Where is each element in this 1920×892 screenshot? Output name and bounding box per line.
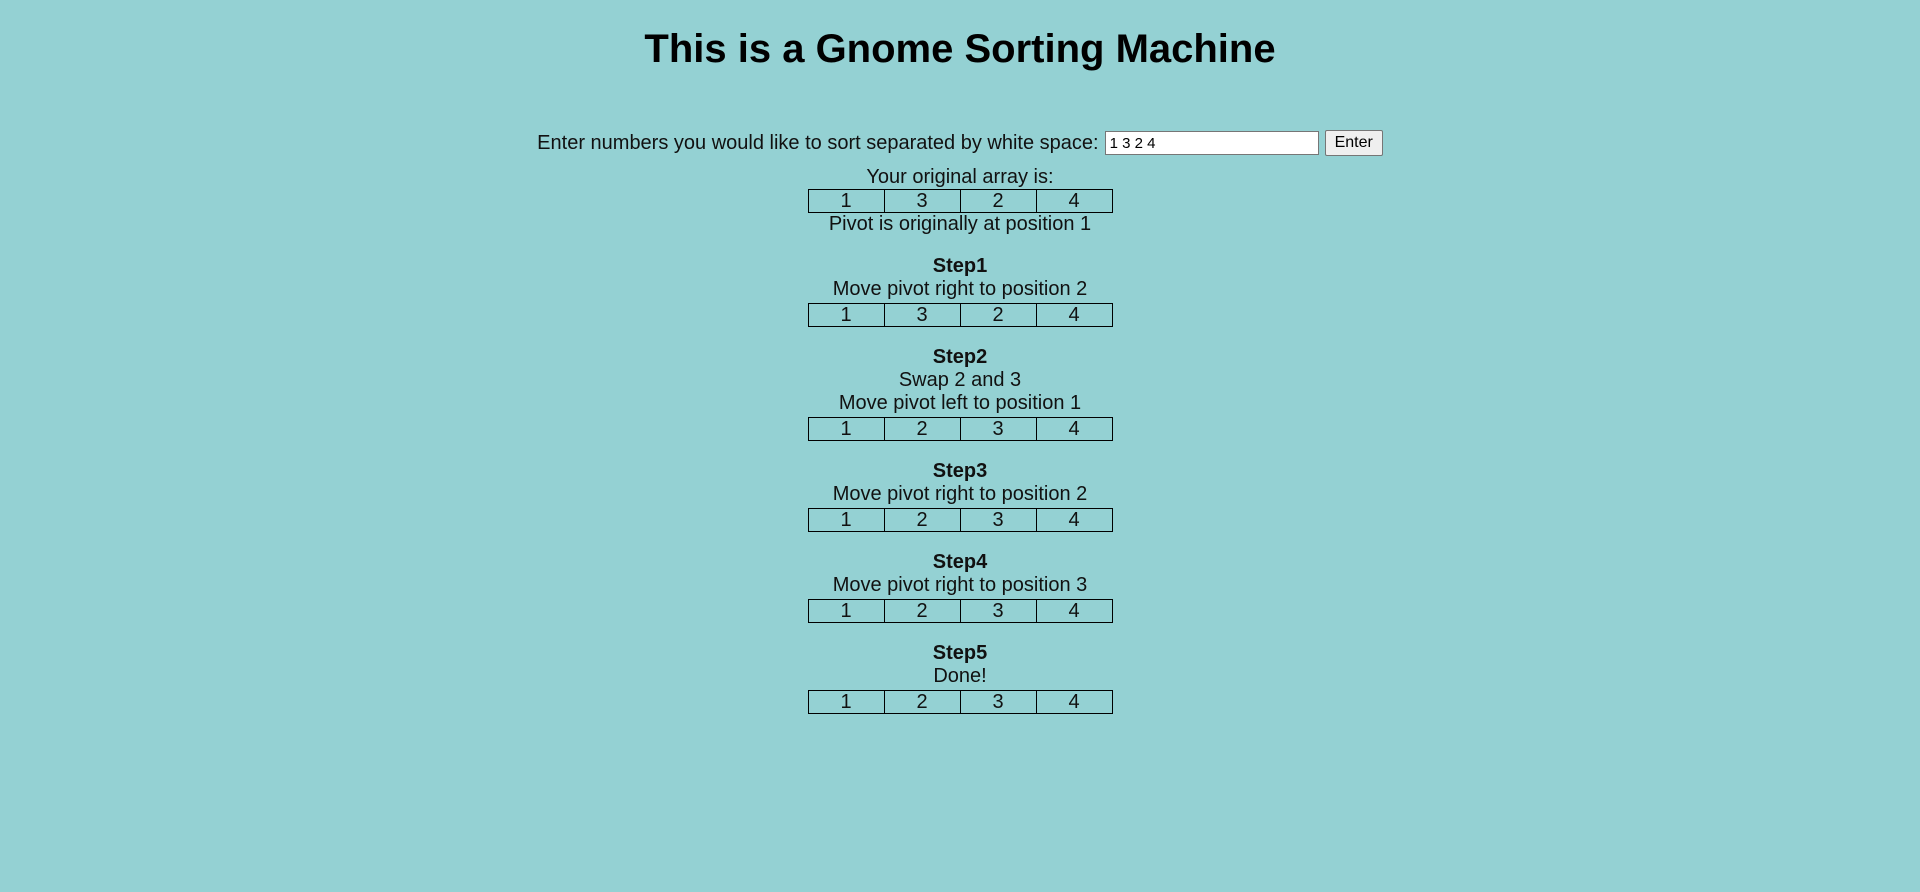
array-cell: 2 [883,599,961,623]
step-title: Step2 [932,346,988,368]
step-block: Step5 Done! 1 2 3 4 [0,642,1920,714]
array-cell: 3 [959,508,1037,532]
step-title: Step5 [932,642,988,664]
array-cell: 2 [959,189,1037,213]
array-cell: 2 [883,690,961,714]
sort-form: Enter numbers you would like to sort sep… [0,128,1920,158]
array-cell: 2 [883,417,961,441]
step-title: Step4 [932,551,988,573]
array-cell: 2 [959,303,1037,327]
array-cell: 4 [1035,189,1113,213]
step-action: Done! [933,665,987,687]
original-array-table: 1 3 2 4 [807,189,1113,213]
step-title: Step1 [932,255,988,277]
step-block: Step3 Move pivot right to position 2 1 2… [0,460,1920,532]
array-cell: 4 [1035,690,1113,714]
pivot-note: Pivot is originally at position 1 [828,213,1092,235]
step-array-table: 1 2 3 4 [807,690,1113,714]
step-action: Move pivot left to position 1 [838,392,1082,414]
step-block: Step2 Swap 2 and 3 Move pivot left to po… [0,346,1920,441]
step-action: Move pivot right to position 2 [832,483,1088,505]
array-cell: 1 [807,189,885,213]
array-cell: 3 [959,690,1037,714]
array-cell: 1 [807,599,885,623]
step-array-table: 1 2 3 4 [807,508,1113,532]
array-cell: 3 [883,303,961,327]
array-cell: 1 [807,417,885,441]
array-cell: 3 [959,599,1037,623]
step-block: Step4 Move pivot right to position 3 1 2… [0,551,1920,623]
array-cell: 4 [1035,508,1113,532]
step-action: Move pivot right to position 3 [832,574,1088,596]
step-array-table: 1 3 2 4 [807,303,1113,327]
array-cell: 4 [1035,599,1113,623]
step-array-table: 1 2 3 4 [807,599,1113,623]
step-title: Step3 [932,460,988,482]
enter-button[interactable]: Enter [1324,130,1383,156]
array-cell: 2 [883,508,961,532]
array-cell: 1 [807,508,885,532]
step-action: Move pivot right to position 2 [832,278,1088,300]
step-action: Swap 2 and 3 [898,369,1022,391]
page-title: This is a Gnome Sorting Machine [644,27,1276,71]
array-cell: 4 [1035,303,1113,327]
original-array-label: Your original array is: [866,166,1054,188]
array-cell: 3 [883,189,961,213]
numbers-input[interactable] [1104,131,1319,155]
array-cell: 1 [807,303,885,327]
step-array-table: 1 2 3 4 [807,417,1113,441]
array-cell: 4 [1035,417,1113,441]
array-cell: 3 [959,417,1037,441]
array-cell: 1 [807,690,885,714]
step-block: Step1 Move pivot right to position 2 1 3… [0,255,1920,327]
input-prompt-label: Enter numbers you would like to sort sep… [537,131,1099,154]
